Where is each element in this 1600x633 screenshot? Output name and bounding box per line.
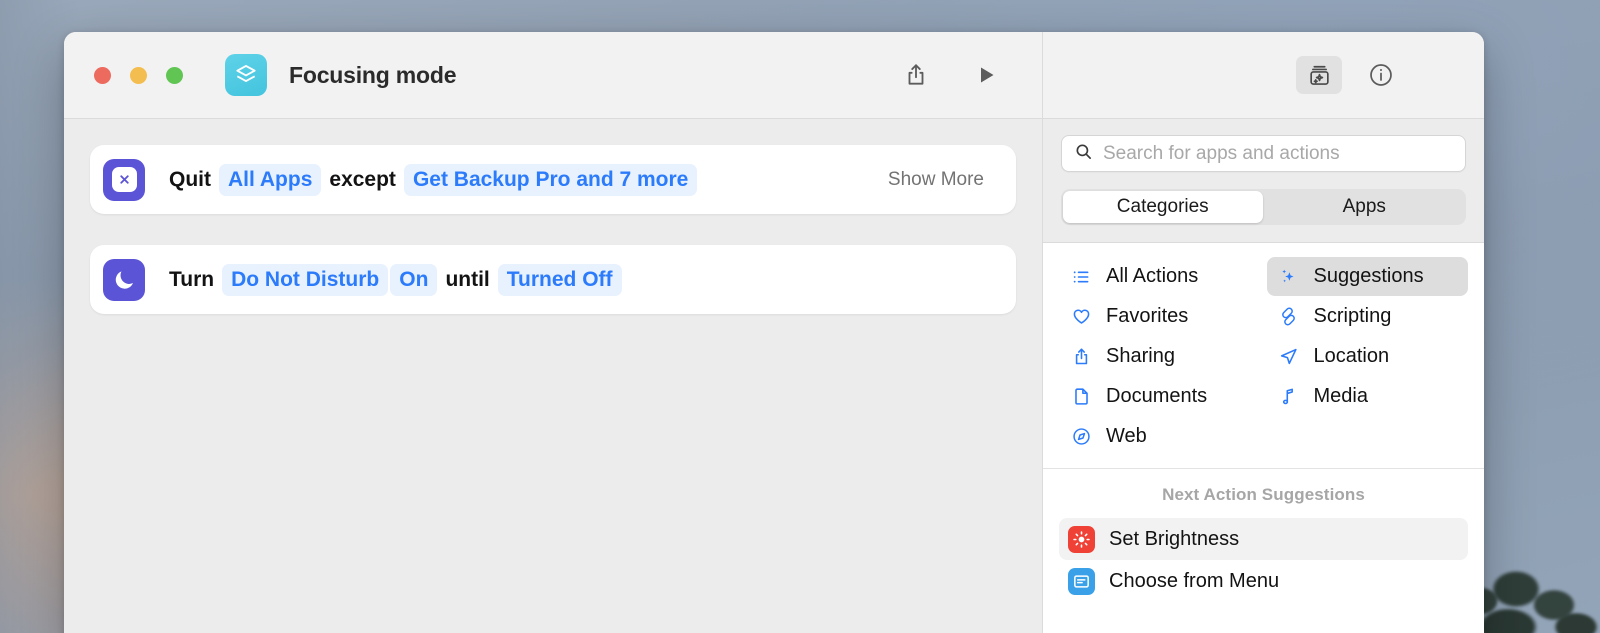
list-bullet-icon — [1070, 267, 1092, 287]
minimize-button[interactable] — [130, 66, 147, 84]
category-item-media[interactable]: Media — [1267, 377, 1469, 416]
action-variable-all-apps[interactable]: All Apps — [219, 163, 322, 196]
traffic-lights — [94, 66, 183, 84]
category-item-all-actions[interactable]: All Actions — [1059, 257, 1261, 296]
search-input[interactable] — [1103, 142, 1453, 165]
page-title: Focusing mode — [289, 61, 457, 88]
action-library-icon[interactable] — [1296, 56, 1342, 94]
category-label: Media — [1313, 385, 1368, 407]
share-icon[interactable] — [900, 59, 932, 91]
location-arrow-icon — [1278, 346, 1300, 367]
show-more-button[interactable]: Show More — [888, 169, 984, 191]
category-label: Documents — [1106, 385, 1208, 407]
action-library-sidebar: Categories Apps — [1043, 119, 1484, 633]
info-icon[interactable] — [1364, 58, 1398, 92]
category-item-sharing[interactable]: Sharing — [1059, 337, 1261, 376]
window-titlebar: Focusing mode — [64, 32, 1484, 119]
action-variable-exceptions[interactable]: Get Backup Pro and 7 more — [403, 163, 698, 196]
shortcuts-window: Focusing mode Quit All Apps except Get B… — [64, 32, 1484, 633]
category-item-favorites[interactable]: Favorites — [1059, 297, 1261, 336]
action-variable-focus-mode[interactable]: Do Not Disturb — [222, 263, 389, 296]
tab-categories[interactable]: Categories — [1063, 191, 1263, 223]
heart-icon — [1070, 306, 1092, 327]
suggestion-label: Choose from Menu — [1109, 569, 1280, 592]
close-button[interactable] — [94, 66, 111, 84]
quit-x-icon — [103, 158, 145, 201]
next-action-suggestions: Next Action Suggestions Set Brightness C… — [1043, 469, 1484, 602]
category-item-scripting[interactable]: Scripting — [1267, 297, 1469, 336]
layers-icon — [225, 54, 267, 96]
suggestion-item-set-brightness[interactable]: Set Brightness — [1059, 518, 1468, 560]
titlebar-actions — [900, 59, 1042, 91]
category-item-web[interactable]: Web — [1059, 417, 1261, 456]
category-item-suggestions[interactable]: Suggestions — [1266, 257, 1468, 296]
category-label: Suggestions — [1313, 265, 1424, 287]
category-label: Web — [1106, 425, 1147, 447]
action-keyword: Turn — [169, 267, 215, 291]
category-label: Location — [1313, 345, 1390, 367]
category-item-location[interactable]: Location — [1267, 337, 1469, 376]
suggestion-item-choose-from-menu[interactable]: Choose from Menu — [1059, 560, 1468, 602]
desktop-wallpaper: Focusing mode Quit All Apps except Get B… — [0, 0, 1600, 633]
action-parameters: Turn Do Not Disturb On until Turned Off — [163, 263, 622, 296]
share-icon — [1070, 346, 1092, 367]
category-list: All Actions Suggestions Favorites Script… — [1043, 243, 1484, 469]
action-variable-duration[interactable]: Turned Off — [497, 263, 622, 296]
category-item-documents[interactable]: Documents — [1059, 377, 1261, 416]
action-keyword-until: until — [445, 267, 490, 291]
library-tabs: Categories Apps — [1061, 189, 1466, 225]
workflow-canvas: Quit All Apps except Get Backup Pro and … — [64, 119, 1043, 633]
ribbon-icon — [1278, 306, 1300, 327]
action-row-quit[interactable]: Quit All Apps except Get Backup Pro and … — [90, 145, 1016, 214]
action-keyword-except: except — [329, 167, 396, 191]
zoom-button[interactable] — [166, 66, 183, 84]
menu-list-icon — [1068, 567, 1095, 595]
window-body: Quit All Apps except Get Backup Pro and … — [64, 119, 1484, 633]
action-parameters: Quit All Apps except Get Backup Pro and … — [163, 163, 698, 196]
moon-icon — [103, 258, 145, 301]
category-label: Sharing — [1106, 345, 1175, 367]
sparkles-icon — [1278, 266, 1300, 287]
search-field[interactable] — [1061, 135, 1466, 172]
play-icon[interactable] — [970, 59, 1002, 91]
titlebar-right-section — [1043, 32, 1484, 118]
suggestion-label: Set Brightness — [1109, 527, 1240, 550]
action-keyword: Quit — [169, 167, 211, 191]
category-label: Favorites — [1106, 305, 1189, 327]
compass-icon — [1070, 426, 1092, 447]
sidebar-header: Categories Apps — [1043, 119, 1484, 243]
category-label: Scripting — [1313, 305, 1392, 327]
music-note-icon — [1278, 386, 1300, 407]
tab-apps[interactable]: Apps — [1265, 191, 1465, 223]
action-variable-state[interactable]: On — [390, 263, 438, 296]
next-action-suggestions-title: Next Action Suggestions — [1162, 485, 1365, 504]
titlebar-left-section: Focusing mode — [64, 32, 1043, 118]
search-icon — [1074, 142, 1093, 166]
x-badge — [111, 167, 137, 192]
action-row-do-not-disturb[interactable]: Turn Do Not Disturb On until Turned Off — [90, 245, 1016, 314]
brightness-icon — [1068, 525, 1095, 553]
category-label: All Actions — [1106, 265, 1199, 287]
document-icon — [1070, 386, 1092, 407]
